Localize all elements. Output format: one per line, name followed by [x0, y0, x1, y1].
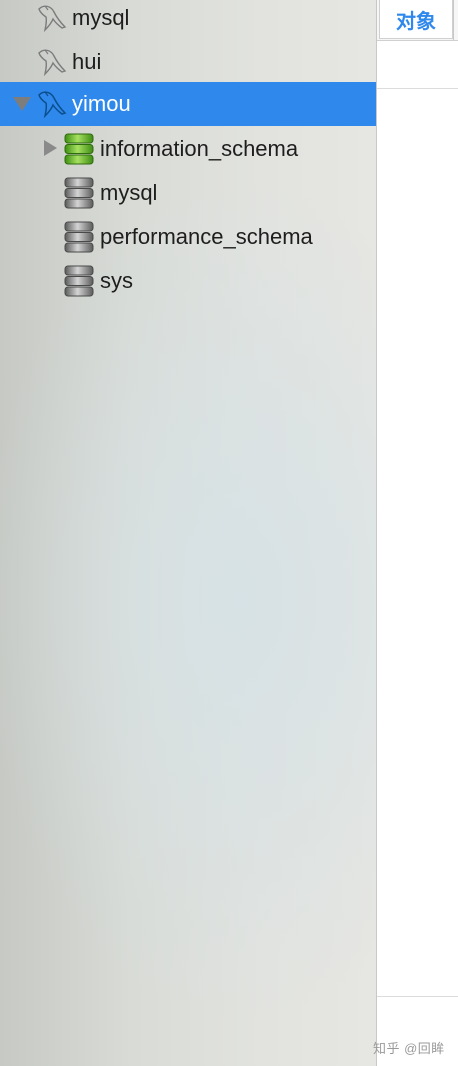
- database-item-sys[interactable]: sys: [0, 259, 376, 303]
- disclosure-collapsed-icon[interactable]: [44, 140, 57, 156]
- tab-divider: [453, 0, 454, 40]
- connection-label: mysql: [72, 5, 130, 30]
- database-icon: [64, 265, 94, 297]
- connection-sidebar: mysql hui yimou information_schema mysql…: [0, 0, 377, 1066]
- connection-label: yimou: [72, 91, 131, 116]
- connection-item-hui[interactable]: hui: [0, 40, 376, 84]
- database-open-icon: [64, 133, 94, 165]
- database-label: mysql: [100, 180, 158, 205]
- mysql-dolphin-icon: [38, 5, 67, 33]
- connection-label: hui: [72, 49, 102, 74]
- mysql-dolphin-icon: [38, 49, 67, 77]
- database-item-information-schema[interactable]: information_schema: [0, 127, 376, 171]
- database-item-mysql[interactable]: mysql: [0, 171, 376, 215]
- tab-objects[interactable]: 对象: [379, 0, 453, 39]
- database-item-performance-schema[interactable]: performance_schema: [0, 215, 376, 259]
- disclosure-expanded-icon[interactable]: [13, 97, 31, 111]
- connection-item-mysql[interactable]: mysql: [0, 0, 376, 40]
- connection-item-yimou[interactable]: yimou: [0, 82, 376, 126]
- toolbar-divider: [377, 88, 458, 89]
- status-divider: [377, 996, 458, 997]
- main-pane: 对象: [377, 0, 458, 1066]
- database-icon: [64, 221, 94, 253]
- watermark-text: 知乎 @回眸: [373, 1041, 445, 1056]
- tab-bar: 对象: [377, 0, 458, 41]
- database-label: information_schema: [100, 136, 299, 161]
- database-label: performance_schema: [100, 224, 313, 249]
- database-icon: [64, 177, 94, 209]
- database-label: sys: [100, 268, 133, 293]
- mysql-dolphin-icon: [38, 91, 67, 119]
